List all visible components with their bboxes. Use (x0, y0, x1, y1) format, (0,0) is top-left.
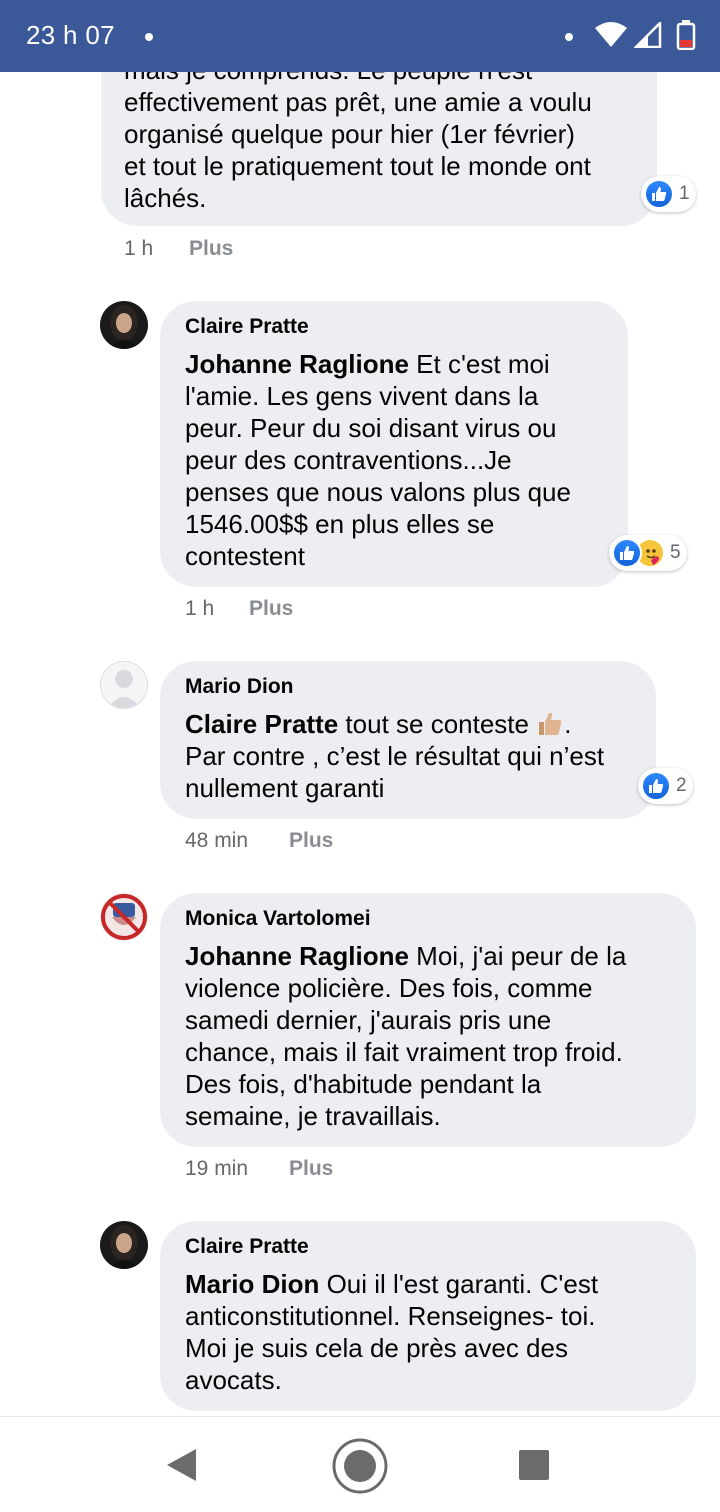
like-icon (644, 179, 674, 209)
reaction-count: 2 (676, 775, 687, 796)
comment-text-partial: mais je comprends. Le peuple n'est (124, 72, 532, 86)
mention-link[interactable]: Claire Pratte (185, 709, 338, 739)
like-icon (612, 538, 642, 568)
notification-dot-icon (145, 33, 153, 41)
signal-icon (634, 22, 662, 48)
back-icon[interactable] (164, 1447, 198, 1483)
avatar[interactable] (100, 301, 148, 349)
comment-text: Johanne Raglione Moi, j'ai peur de la vi… (185, 941, 627, 1131)
comment-text: Mario Dion Oui il l'est garanti. C'est a… (185, 1269, 599, 1395)
more-button[interactable]: Plus (189, 237, 233, 261)
comment-author[interactable]: Claire Pratte (185, 315, 309, 339)
avatar[interactable] (100, 1221, 148, 1269)
reactions-summary[interactable]: 2 (638, 768, 693, 804)
reactions-summary[interactable]: 5 (609, 535, 687, 571)
comment-time: 48 min (185, 829, 249, 852)
battery-icon (676, 20, 696, 50)
more-button[interactable]: Plus (289, 1157, 333, 1181)
comment-time: 1 h (124, 237, 154, 260)
avatar[interactable] (100, 893, 148, 941)
more-button[interactable]: Plus (289, 829, 333, 853)
like-icon (641, 771, 671, 801)
recents-icon[interactable] (519, 1450, 549, 1480)
notification-dot-icon (565, 33, 573, 41)
mention-link[interactable]: Johanne Raglione (185, 941, 409, 971)
comments-thread: mais je comprends. Le peuple n'est effec… (0, 72, 720, 1416)
reactions-summary[interactable]: 1 (641, 176, 696, 212)
comment-time: 19 min (185, 1157, 249, 1180)
status-time: 23 h 07 (26, 20, 115, 50)
avatar[interactable] (100, 661, 148, 709)
comment-author[interactable]: Monica Vartolomei (185, 907, 371, 931)
comment-text: effectivement pas prêt, une amie a voulu… (124, 87, 592, 213)
more-button[interactable]: Plus (249, 597, 293, 621)
comment-author[interactable]: Claire Pratte (185, 1235, 309, 1259)
home-icon[interactable] (331, 1437, 389, 1495)
comment-text: Johanne Raglione Et c'est moi l'amie. Le… (185, 349, 571, 571)
mention-link[interactable]: Mario Dion (185, 1269, 319, 1299)
comment-time: 1 h (185, 597, 215, 620)
mention-link[interactable]: Johanne Raglione (185, 349, 409, 379)
wifi-icon (595, 22, 627, 47)
comment-text: Claire Pratte tout se conteste . Par con… (185, 709, 605, 803)
status-bar: 23 h 07 (0, 0, 720, 72)
reaction-count: 1 (679, 183, 690, 204)
comment-author[interactable]: Mario Dion (185, 675, 294, 699)
system-navigation-bar (0, 1416, 720, 1512)
thumbs-up-emoji-icon (539, 712, 562, 735)
reaction-count: 5 (670, 542, 681, 563)
